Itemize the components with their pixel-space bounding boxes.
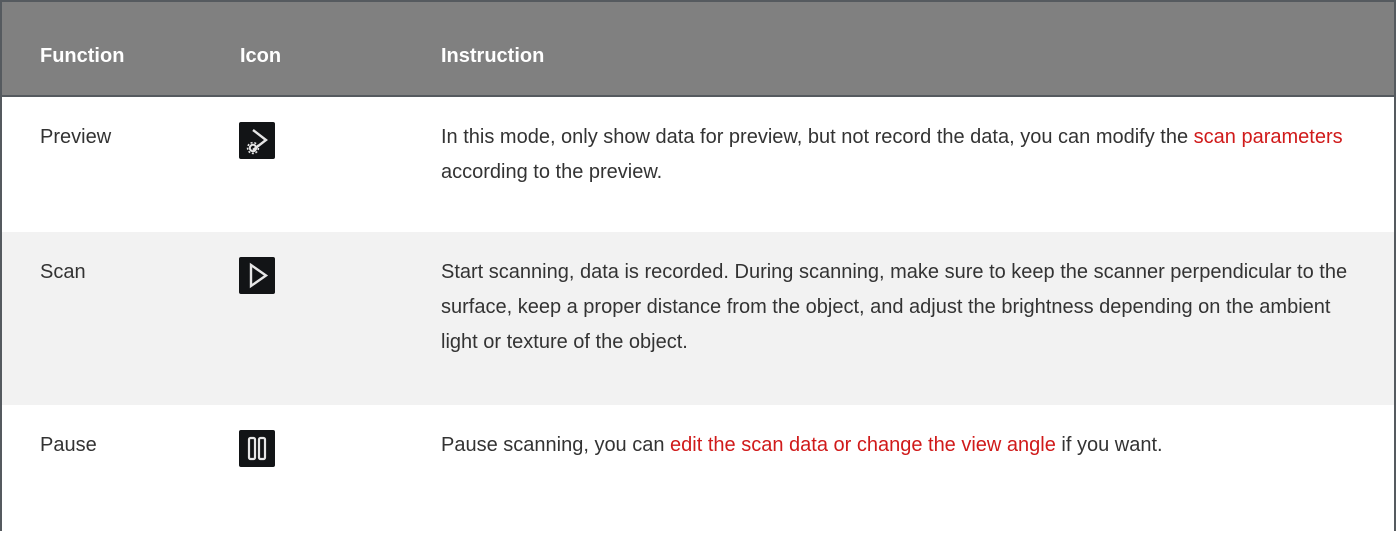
instruction-text-part: if you want. [1055,434,1163,456]
header-icon: Icon [240,45,282,67]
instruction-text: Start scanning, data is recorded. During… [441,261,1348,353]
function-name: Pause [40,434,97,456]
play-icon [239,257,275,294]
instruction-text: Pause scanning, you can edit the scan da… [441,428,1371,463]
function-name: Scan [40,261,86,283]
table-row: Pause Pause scanning, you can edit the s… [2,405,1394,533]
function-name: Preview [40,126,112,148]
header-instruction: Instruction [441,45,545,67]
instruction-text-part: Pause scanning, you can [441,434,671,456]
function-table: Function Icon Instruction Preview In thi… [0,0,1396,533]
table-row: Preview In this mode, only show data for… [2,97,1394,233]
header-function: Function [40,45,125,67]
table-row: Scan Start scanning, data is recorded. D… [2,232,1394,406]
instruction-text: In this mode, only show data for preview… [441,120,1371,190]
instruction-text-part: In this mode, only show data for preview… [441,126,1194,148]
preview-icon [239,122,275,159]
pause-icon [239,430,275,467]
scan-parameters-link[interactable]: scan parameters [1194,126,1343,148]
edit-scan-data-link[interactable]: edit the scan data or change the view an… [670,434,1056,456]
table-header: Function Icon Instruction [2,2,1394,97]
instruction-text-part: according to the preview. [441,161,663,183]
